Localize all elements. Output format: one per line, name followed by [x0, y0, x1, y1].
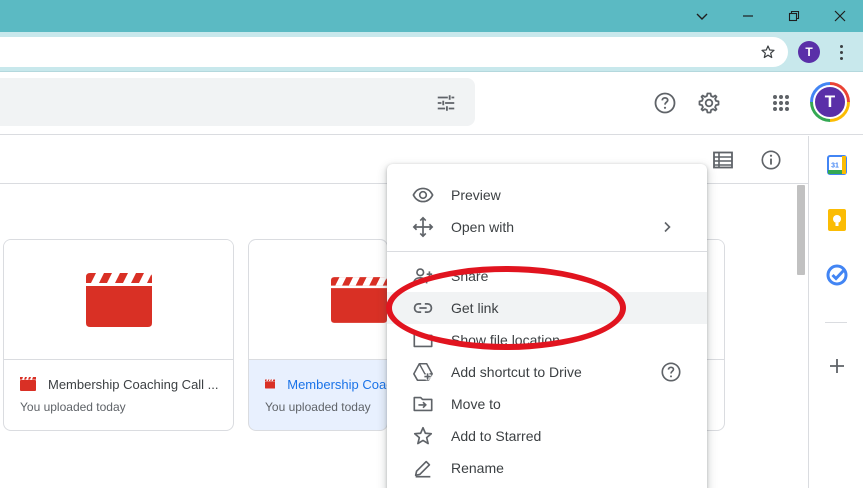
minimize-icon [743, 15, 753, 17]
drive-shortcut-icon [411, 360, 435, 384]
menu-item-rename[interactable]: Rename [387, 452, 707, 484]
address-bar[interactable] [0, 37, 788, 67]
menu-item-label: Open with [451, 219, 515, 235]
menu-item-show-file-location[interactable]: Show file location [387, 324, 707, 356]
context-menu: Preview Open with Share Get link Show fi… [387, 164, 707, 488]
menu-item-share[interactable]: Share [387, 260, 707, 292]
menu-item-label: Add to Starred [451, 428, 542, 444]
menu-item-add-shortcut[interactable]: Add shortcut to Drive [387, 356, 707, 388]
file-thumbnail [249, 240, 387, 360]
menu-item-label: Show file location [451, 332, 560, 348]
browser-toolbar: T [0, 32, 863, 72]
menu-item-label: Move to [451, 396, 501, 412]
file-thumbnail [4, 240, 233, 360]
link-icon [411, 296, 435, 320]
tasks-icon [826, 264, 848, 286]
google-apps-button[interactable] [767, 89, 795, 117]
search-options-button[interactable] [432, 89, 460, 117]
file-name-row: Membership Coaching Call ... [20, 375, 223, 393]
calendar-app-button[interactable]: 31 [825, 153, 849, 177]
menu-item-label: Add shortcut to Drive [451, 364, 582, 380]
folder-icon [411, 328, 435, 352]
list-view-icon [713, 151, 733, 169]
info-icon [761, 150, 781, 170]
side-panel: 31 [808, 136, 863, 488]
calendar-icon: 31 [827, 155, 847, 175]
details-button[interactable] [757, 146, 785, 174]
keep-icon [828, 209, 846, 231]
browser-menu-icon[interactable] [833, 42, 849, 62]
menu-item-add-to-starred[interactable]: Add to Starred [387, 420, 707, 452]
menu-separator [387, 251, 707, 252]
video-clapper-icon [331, 276, 387, 323]
plus-icon [830, 359, 844, 373]
file-name: Membership Coaching Call ... [48, 376, 219, 392]
menu-item-label: Share [451, 268, 489, 284]
file-name: Membership Coaching Call [287, 376, 387, 392]
svg-text:31: 31 [831, 163, 839, 170]
search-input[interactable] [0, 78, 475, 126]
file-card[interactable]: Membership Coaching Call ... You uploade… [3, 239, 234, 431]
restore-button[interactable] [771, 0, 817, 32]
file-subtitle: You uploaded today [265, 400, 371, 414]
settings-button[interactable] [695, 89, 723, 117]
menu-item-label: Preview [451, 187, 501, 203]
scroll-thumb[interactable] [797, 185, 805, 275]
close-icon [834, 10, 846, 22]
chevron-down-icon [696, 13, 708, 20]
video-file-icon [20, 377, 36, 391]
help-icon [654, 92, 676, 114]
file-subtitle: You uploaded today [20, 400, 126, 414]
get-addons-button[interactable] [825, 354, 849, 378]
tasks-app-button[interactable] [825, 263, 849, 287]
chevron-right-icon [655, 215, 679, 239]
main-scrollbar[interactable] [796, 185, 806, 488]
help-icon[interactable] [659, 360, 683, 384]
video-file-icon [265, 379, 276, 389]
side-panel-divider [825, 322, 847, 323]
menu-item-label: Rename [451, 460, 504, 476]
menu-item-open-with[interactable]: Open with [387, 211, 707, 243]
menu-item-label: Get link [451, 300, 499, 316]
file-card-selected[interactable]: Membership Coaching Call You uploaded to… [248, 239, 388, 431]
close-window-button[interactable] [817, 0, 863, 32]
list-view-button[interactable] [709, 146, 737, 174]
person-add-icon [411, 264, 435, 288]
restore-icon [788, 10, 800, 22]
bookmark-star-button[interactable] [756, 40, 780, 64]
drive-header: T [0, 72, 863, 135]
move-arrows-icon [411, 215, 435, 239]
tab-search-button[interactable] [679, 0, 725, 32]
menu-item-move-to[interactable]: Move to [387, 388, 707, 420]
support-button[interactable] [651, 89, 679, 117]
account-avatar-button[interactable]: T [810, 82, 850, 122]
pencil-icon [411, 456, 435, 480]
keep-app-button[interactable] [825, 208, 849, 232]
menu-item-preview[interactable]: Preview [387, 179, 707, 211]
apps-grid-icon [773, 95, 789, 111]
tune-icon [437, 95, 455, 111]
star-outline-icon [761, 45, 775, 59]
file-name-row: Membership Coaching Call [265, 375, 387, 393]
browser-profile-avatar[interactable]: T [798, 41, 820, 63]
star-outline-icon [411, 424, 435, 448]
browser-title-bar [0, 0, 863, 32]
menu-item-get-link[interactable]: Get link [387, 292, 707, 324]
avatar: T [813, 85, 847, 119]
move-to-folder-icon [411, 392, 435, 416]
gear-icon [698, 92, 720, 114]
minimize-button[interactable] [725, 0, 771, 32]
video-clapper-icon [85, 272, 152, 327]
eye-icon [411, 183, 435, 207]
